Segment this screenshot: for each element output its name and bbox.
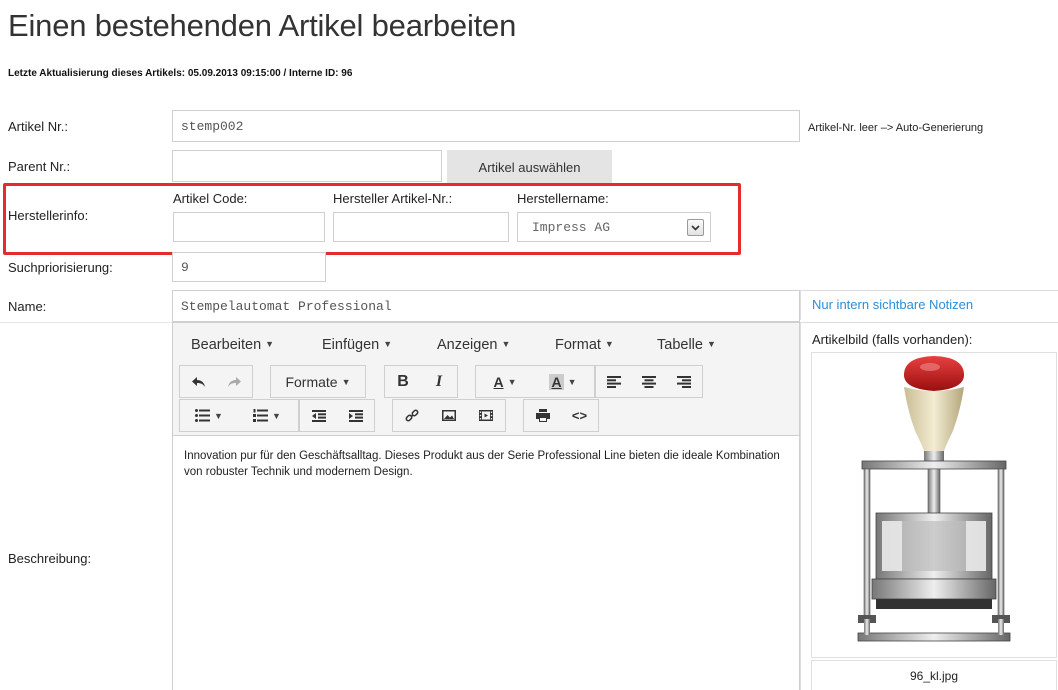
bg-color-icon: A	[549, 373, 564, 390]
numbered-list-icon	[253, 409, 269, 422]
text-color-button[interactable]: A ▼	[476, 366, 534, 397]
menu-tabelle[interactable]: Tabelle ▼	[657, 337, 716, 353]
menu-format-label: Format	[555, 337, 601, 353]
redo-icon[interactable]	[216, 366, 252, 397]
page-title: Einen bestehenden Artikel bearbeiten	[8, 8, 517, 43]
color-group: A ▼ A ▼	[475, 365, 595, 398]
parent-nr-input[interactable]	[172, 150, 442, 182]
menu-anzeigen[interactable]: Anzeigen ▼	[437, 337, 510, 353]
suchpriorisierung-label: Suchpriorisierung:	[8, 260, 113, 275]
print-code-group: <>	[523, 399, 599, 432]
print-icon[interactable]	[524, 400, 561, 431]
align-right-icon[interactable]	[666, 366, 701, 397]
beschreibung-label: Beschreibung:	[8, 551, 92, 566]
italic-button[interactable]: I	[421, 366, 457, 397]
insert-group	[392, 399, 506, 432]
herstellername-selected: Impress AG	[532, 219, 611, 235]
align-center-icon[interactable]	[631, 366, 666, 397]
code-button[interactable]: <>	[561, 400, 598, 431]
name-label: Name:	[8, 299, 47, 314]
bullet-list-button[interactable]: ▼	[180, 400, 238, 431]
menu-format[interactable]: Format ▼	[555, 337, 614, 353]
bullet-list-icon	[195, 409, 211, 422]
beschreibung-row	[0, 322, 172, 690]
bold-italic-group: B I	[384, 365, 458, 398]
editor-toolbar: Bearbeiten ▼ Einfügen ▼ Anzeigen ▼ Format ▼ …	[173, 323, 799, 436]
hersteller-artikel-nr-label: Hersteller Artikel-Nr.:	[333, 191, 453, 206]
formats-dropdown[interactable]: Formate ▼	[271, 366, 365, 397]
herstellername-label: Herstellername:	[517, 191, 609, 206]
stamp-image	[857, 356, 1011, 642]
hersteller-artikel-nr-input[interactable]	[333, 212, 509, 242]
formats-label: Formate	[285, 373, 338, 390]
menu-einfuegen-label: Einfügen	[322, 337, 380, 353]
menu-anzeigen-label: Anzeigen	[437, 337, 498, 353]
bg-color-button[interactable]: A ▼	[534, 366, 592, 397]
numbered-list-button[interactable]: ▼	[238, 400, 296, 431]
herstellername-select[interactable]: Impress AG	[517, 212, 711, 242]
herstellerinfo-label: Herstellerinfo:	[8, 208, 89, 223]
indent-icon[interactable]	[337, 400, 374, 431]
artikel-nr-input[interactable]: stemp002	[172, 110, 800, 142]
artikel-nr-hint: Artikel-Nr. leer –> Auto-Generierung	[808, 122, 984, 134]
menu-bearbeiten-label: Bearbeiten	[191, 337, 262, 353]
caret-down-icon: ▼	[501, 339, 511, 349]
last-update-info: Letzte Aktualisierung dieses Artikels: 0…	[8, 68, 353, 79]
formats-group: Formate ▼	[270, 365, 366, 398]
artikel-code-input[interactable]	[173, 212, 325, 242]
description-editor: Bearbeiten ▼ Einfügen ▼ Anzeigen ▼ Format ▼ …	[172, 322, 800, 690]
parent-nr-label: Parent Nr.:	[8, 159, 71, 174]
artikel-auswaehlen-button[interactable]: Artikel auswählen	[447, 150, 612, 184]
text-color-icon: A	[493, 373, 504, 390]
menu-bearbeiten[interactable]: Bearbeiten ▼	[191, 337, 274, 353]
bold-button[interactable]: B	[385, 366, 421, 397]
caret-down-icon: ▼	[214, 410, 223, 421]
product-image	[811, 352, 1057, 658]
caret-down-icon: ▼	[265, 339, 275, 349]
name-input[interactable]: Stempelautomat Professional	[172, 290, 800, 322]
caret-down-icon: ▼	[567, 376, 577, 387]
media-icon[interactable]	[467, 400, 504, 431]
artikel-nr-label: Artikel Nr.:	[8, 119, 68, 134]
notes-link[interactable]: Nur intern sichtbare Notizen	[812, 297, 973, 312]
caret-down-icon: ▼	[507, 376, 517, 387]
caret-down-icon: ▼	[706, 339, 716, 349]
undo-icon[interactable]	[180, 366, 216, 397]
chevron-down-icon[interactable]	[687, 219, 704, 236]
image-caption: 96_kl.jpg	[811, 660, 1057, 690]
menu-tabelle-label: Tabelle	[657, 337, 703, 353]
link-icon[interactable]	[393, 400, 430, 431]
history-group	[179, 365, 253, 398]
image-icon[interactable]	[430, 400, 467, 431]
image-label: Artikelbild (falls vorhanden):	[812, 332, 973, 347]
editor-content[interactable]: Innovation pur für den Geschäftsalltag. …	[184, 448, 784, 480]
indent-group	[299, 399, 375, 432]
artikel-code-label: Artikel Code:	[173, 191, 248, 206]
menu-einfuegen[interactable]: Einfügen ▼	[322, 337, 392, 353]
caret-down-icon: ▼	[341, 376, 351, 387]
caret-down-icon: ▼	[383, 339, 393, 349]
outdent-icon[interactable]	[300, 400, 337, 431]
caret-down-icon: ▼	[604, 339, 614, 349]
suchpriorisierung-input[interactable]: 9	[172, 252, 326, 282]
align-group	[595, 365, 703, 398]
align-left-icon[interactable]	[596, 366, 631, 397]
list-group: ▼ ▼	[179, 399, 299, 432]
caret-down-icon: ▼	[272, 410, 281, 421]
